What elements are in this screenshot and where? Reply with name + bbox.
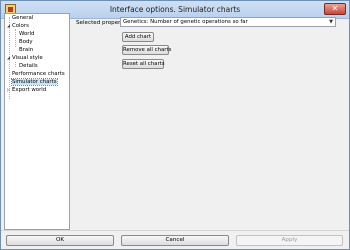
category-tree: General ◢ Colors World Body Brain ◢ Visual…	[4, 13, 70, 230]
tree-item-label: Details	[19, 63, 38, 69]
tree-item-label: Visual style	[12, 55, 43, 61]
close-icon: ✕	[331, 4, 339, 13]
close-button[interactable]: ✕	[324, 3, 346, 15]
tree-item-colors[interactable]: ◢ Colors	[7, 22, 29, 30]
tree-item-world[interactable]: World	[14, 30, 34, 38]
selected-property-label: Selected property	[76, 20, 126, 26]
chevron-down-icon: ▼	[329, 19, 333, 25]
tree-item-label: World	[19, 31, 35, 37]
tree-item-details[interactable]: Details	[14, 62, 38, 70]
tree-item-label: Export world	[12, 87, 47, 93]
tree-item-export-world[interactable]: ▷ Export world	[7, 86, 46, 94]
tree-item-simulator-charts[interactable]: Simulator charts	[7, 78, 58, 86]
tree-item-body[interactable]: Body	[14, 38, 33, 46]
property-select[interactable]: Genetics: Number of genetic operations s…	[120, 17, 336, 27]
tree-item-label: Body	[19, 39, 33, 45]
apply-button[interactable]: Apply	[236, 235, 343, 246]
tree-item-label: Performance charts	[12, 71, 65, 77]
options-window: Interface options. Simulator charts ✕ Ge…	[0, 0, 350, 250]
window-title: Interface options. Simulator charts	[109, 5, 241, 14]
ok-button[interactable]: OK	[6, 235, 114, 246]
tree-item-brain[interactable]: Brain	[14, 46, 33, 54]
reset-all-charts-button[interactable]: Reset all charts	[122, 59, 165, 69]
tree-item-label: Colors	[12, 23, 29, 29]
tree-item-label: Simulator charts	[11, 78, 58, 86]
tree-item-general[interactable]: General	[7, 14, 33, 22]
property-select-value: Genetics: Number of genetic operations s…	[123, 19, 248, 25]
tree-item-label: Brain	[19, 47, 34, 53]
add-chart-button[interactable]: Add chart	[122, 32, 154, 42]
tree-item-label: General	[12, 15, 34, 21]
button-bar: OK Cancel Apply	[1, 230, 349, 249]
remove-all-charts-button[interactable]: Remove all charts	[122, 45, 171, 55]
tree-item-performance-charts[interactable]: Performance charts	[7, 70, 65, 78]
tree-item-visual-style[interactable]: ◢ Visual style	[7, 54, 43, 62]
cancel-button[interactable]: Cancel	[121, 235, 229, 246]
